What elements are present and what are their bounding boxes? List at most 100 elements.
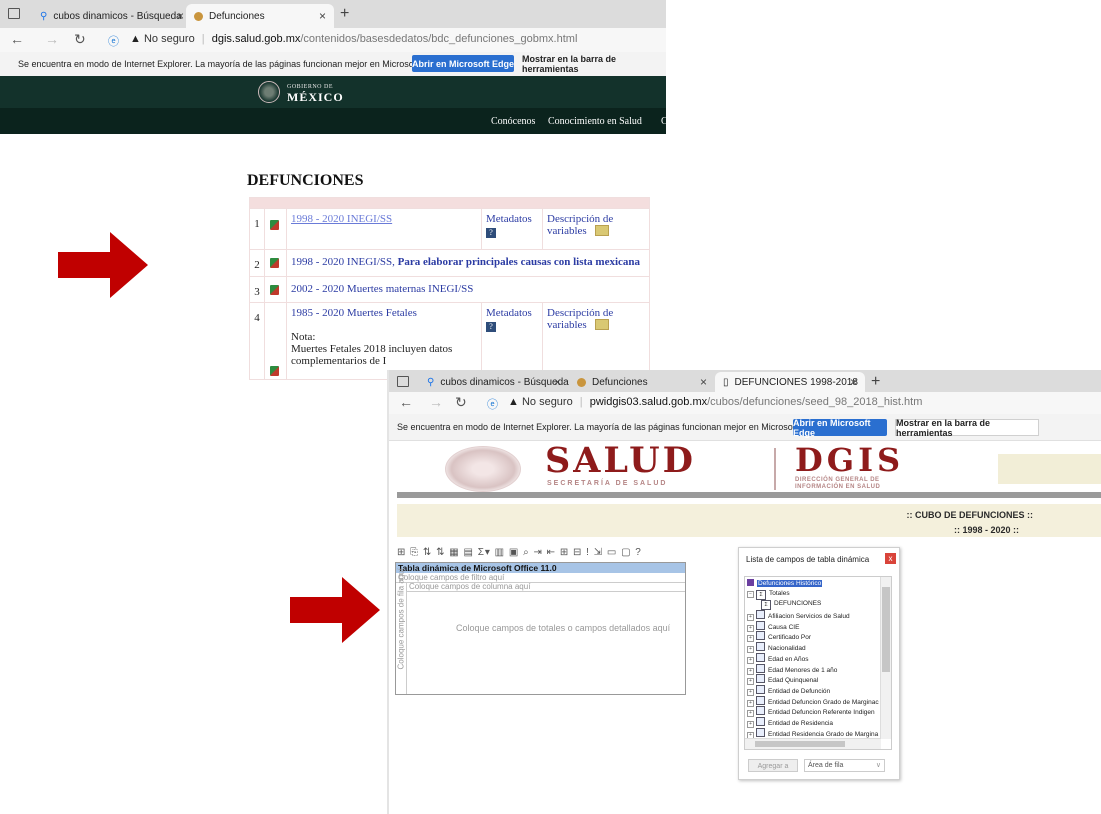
show-in-toolbar-button[interactable]: Mostrar en la barra de herramientas — [895, 418, 1039, 438]
tab-label: DEFUNCIONES 1998-2018 — [734, 376, 858, 388]
search-icon: ⚲ — [427, 376, 435, 388]
field-list-dialog: Lista de campos de tabla dinámica x Defu… — [738, 547, 900, 780]
tree-measure[interactable]: Σ DEFUNCIONES — [761, 599, 821, 610]
back-icon[interactable]: ← — [10, 31, 24, 47]
tab-defunciones[interactable]: Defunciones × — [186, 4, 334, 28]
close-tab-icon[interactable]: × — [850, 375, 857, 389]
field-list-item[interactable]: + Afiliacion Servicios de Salud — [747, 610, 850, 621]
table-icon[interactable] — [594, 225, 609, 236]
sigma-icon: Σ — [761, 600, 771, 610]
help-icon[interactable]: ? — [486, 322, 496, 332]
ie-mode-icon[interactable]: ⓔ — [487, 396, 498, 412]
gob-mx-header: GOBIERNO DE MÉXICO — [0, 76, 666, 108]
tree-root[interactable]: Defunciones Histórico — [747, 579, 823, 589]
tab-actions-icon[interactable] — [8, 8, 20, 19]
new-tab-button[interactable]: + — [871, 373, 880, 391]
field-list-item[interactable]: + Edad Menores de 1 año — [747, 663, 838, 675]
field-list-item[interactable]: + Entidad de Defunción — [747, 684, 830, 696]
field-list-item[interactable]: + Edad Quinquenal — [747, 674, 818, 686]
field-list-item[interactable]: + Entidad Defuncion Referente Indigen — [747, 706, 875, 718]
back-icon[interactable]: ← — [399, 394, 413, 410]
forward-icon[interactable]: → — [45, 31, 59, 47]
field-list-item[interactable]: + Entidad de Residencia — [747, 717, 833, 728]
url-field[interactable]: ▲ No seguro | dgis.salud.gob.mx/contenid… — [130, 33, 577, 45]
pivot-row-drop-zone[interactable]: Coloque campos de fila aquí — [396, 568, 407, 694]
field-list-item[interactable]: + Causa CIE — [747, 620, 799, 632]
chevron-down-icon: ∨ — [875, 762, 881, 769]
table-row: 3 2002 - 2020 Muertes maternas INEGI/SS — [249, 276, 650, 303]
dgis-subtitle: INFORMACIÓN EN SALUD — [795, 484, 881, 490]
dataset-link-bold[interactable]: Para elaborar principales causas con lis… — [398, 256, 640, 268]
dimension-icon — [756, 652, 765, 662]
scroll-thumb[interactable] — [755, 741, 845, 747]
field-list-item[interactable]: + Entidad Residencia Grado de Margina — [747, 727, 878, 739]
dimension-icon — [756, 663, 765, 673]
url-field[interactable]: ▲ No seguro | pwidgis03.salud.gob.mx/cub… — [508, 396, 922, 408]
open-in-edge-button[interactable]: Abrir en Microsoft Edge — [793, 418, 887, 438]
field-list-item-label: Edad Menores de 1 año — [768, 666, 838, 674]
nav-conocimiento-salud[interactable]: Conocimiento en Salud — [548, 116, 642, 127]
dataset-link[interactable]: 1998 - 2020 INEGI/SS — [291, 213, 392, 225]
tab-search[interactable]: ⚲ cubos dinamicos - Búsqueda × — [419, 372, 569, 392]
field-list-item-label: Edad en Años — [768, 655, 809, 663]
metadatos-link[interactable]: Metadatos — [486, 307, 538, 319]
tab-defunciones[interactable]: Defunciones × — [569, 372, 715, 392]
row-number: 3 — [249, 276, 265, 303]
dataset-link[interactable]: 1985 - 2020 Muertes Fetales — [291, 307, 477, 319]
nav-conocenos[interactable]: Conócenos — [491, 116, 535, 127]
area-select[interactable]: Área de fila ∨ — [804, 759, 885, 772]
tab-strip: ⚲ cubos dinamicos - Búsqueda × Defuncion… — [389, 370, 1101, 392]
add-to-button[interactable]: Agregar a — [748, 759, 798, 772]
variables-link[interactable]: variables — [547, 225, 587, 237]
pivot-toolbar[interactable]: ⊞ ⎘ ⇅ ⇅ ▦ ▤ Σ▾ ▥ ▣ ⌕ ⇥ ⇤ ⊞ ⊟ ! ⇲ ▭ ▢ ? — [397, 547, 707, 561]
horizontal-scrollbar[interactable] — [745, 738, 881, 749]
red-arrow-icon — [290, 577, 380, 643]
pivot-column-drop-zone[interactable]: Coloque campos de columna aquí — [406, 582, 685, 592]
field-list-item[interactable]: + Nacionalidad — [747, 642, 806, 654]
close-tab-icon[interactable]: × — [319, 9, 326, 23]
tab-actions-icon[interactable] — [397, 376, 409, 387]
close-tab-icon[interactable]: × — [700, 375, 707, 389]
table-icon[interactable] — [594, 319, 609, 330]
variables-link[interactable]: variables — [547, 319, 587, 331]
field-list-item[interactable]: + Certificado Por — [747, 631, 811, 643]
ie-mode-icon[interactable]: ⓔ — [108, 33, 119, 49]
tab-search[interactable]: ⚲ cubos dinamicos - Búsqueda × — [32, 4, 192, 28]
close-tab-icon[interactable]: × — [554, 375, 561, 389]
metadatos-link[interactable]: Metadatos — [486, 213, 538, 225]
help-icon[interactable]: ? — [486, 228, 496, 238]
pivot-table: Tabla dinámica de Microsoft Office 11.0 … — [395, 562, 686, 695]
reload-icon[interactable]: ↻ — [455, 394, 467, 411]
cubo-heading-band: :: CUBO DE DEFUNCIONES :: :: 1998 - 2020… — [397, 504, 1101, 537]
descripcion-link[interactable]: Descripción de — [547, 213, 645, 225]
vertical-scrollbar[interactable] — [880, 577, 891, 739]
new-tab-button[interactable]: + — [340, 5, 349, 23]
gob-mx-emblem-icon[interactable] — [258, 81, 280, 103]
page-icon: ▯ — [723, 376, 729, 388]
row-number: 1 — [249, 208, 265, 250]
close-tab-icon[interactable]: × — [177, 9, 184, 23]
tree-totals[interactable]: − Σ Totales — [747, 589, 790, 600]
tab-defunciones-1998-2018[interactable]: ▯ DEFUNCIONES 1998-2018 × — [715, 372, 865, 392]
descripcion-link[interactable]: Descripción de — [547, 307, 645, 319]
nav-next-item[interactable]: C — [661, 116, 668, 127]
show-in-toolbar-button[interactable]: Mostrar en la barra de herramientas — [522, 54, 660, 74]
scroll-thumb[interactable] — [882, 587, 890, 672]
search-icon: ⚲ — [40, 10, 48, 22]
ie-mode-bar: Se encuentra en modo de Internet Explore… — [389, 414, 1101, 441]
field-list-item-label: Nacionalidad — [768, 645, 806, 653]
table-row: 1 1998 - 2020 INEGI/SS Metadatos ? Descr… — [249, 208, 650, 250]
field-list-item-label: Entidad Defuncion Grado de Marginac — [768, 698, 879, 706]
forward-icon[interactable]: → — [429, 394, 443, 410]
security-label: No seguro — [143, 33, 195, 45]
dataset-link[interactable]: 2002 - 2020 Muertes maternas INEGI/SS — [291, 283, 473, 295]
field-list-item[interactable]: + Entidad Defuncion Grado de Marginac — [747, 695, 879, 707]
logo-divider — [774, 448, 776, 490]
open-in-edge-button[interactable]: Abrir en Microsoft Edge — [412, 55, 514, 72]
dataset-link[interactable]: 1998 - 2020 INEGI/SS, — [291, 256, 398, 268]
reload-icon[interactable]: ↻ — [74, 31, 86, 48]
pivot-data-drop-zone[interactable]: Coloque campos de totales o campos detal… — [456, 623, 670, 633]
field-list-item[interactable]: + Edad en Años — [747, 652, 809, 664]
close-icon[interactable]: x — [885, 553, 896, 564]
url-path: /cubos/defunciones/seed_98_2018_hist.htm — [707, 396, 923, 408]
